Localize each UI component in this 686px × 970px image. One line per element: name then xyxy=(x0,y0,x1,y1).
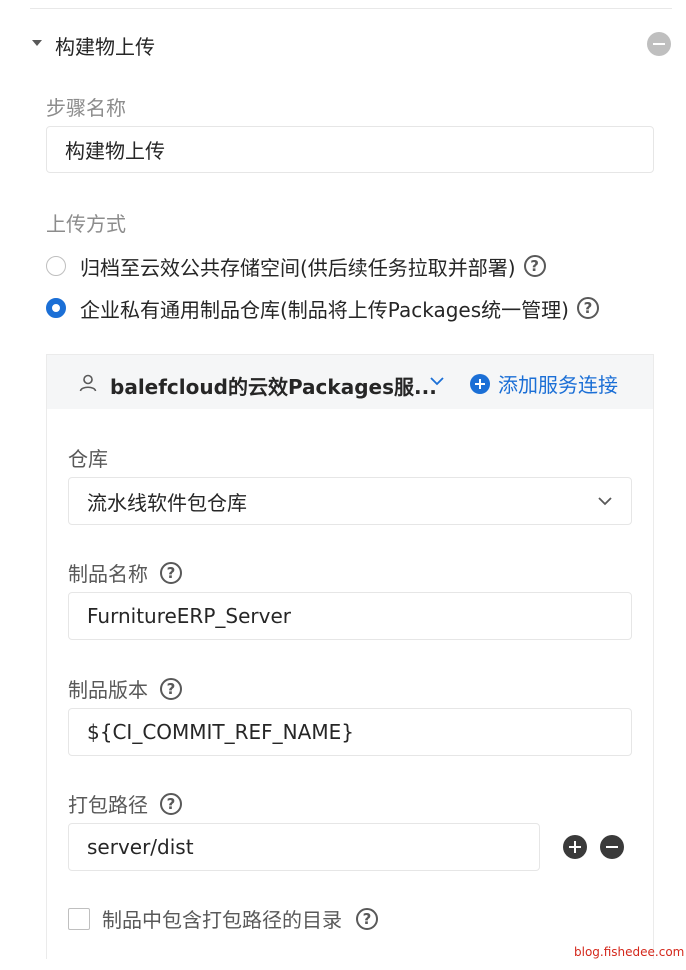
include-dir-checkbox-row[interactable]: 制品中包含打包路径的目录 ? xyxy=(68,904,378,933)
help-icon[interactable]: ? xyxy=(523,255,546,277)
radio-option-private-repo[interactable]: 企业私有通用制品仓库(制品将上传Packages统一管理) ? xyxy=(46,293,599,323)
user-icon xyxy=(79,374,97,392)
repo-value: 流水线软件包仓库 xyxy=(87,490,247,515)
upload-method-label: 上传方式 xyxy=(46,212,126,236)
repo-label: 仓库 xyxy=(68,447,108,471)
step-title: 构建物上传 xyxy=(55,35,155,59)
plus-circle-icon xyxy=(470,373,490,394)
help-icon[interactable]: ? xyxy=(160,792,182,815)
step-header[interactable]: 构建物上传 xyxy=(30,24,676,66)
package-path-label: 打包路径 xyxy=(68,793,148,817)
add-service-connection-label: 添加服务连接 xyxy=(498,373,618,397)
help-icon[interactable]: ? xyxy=(160,677,182,700)
artifact-version-value: ${CI_COMMIT_REF_NAME} xyxy=(87,720,354,744)
package-path-input[interactable]: server/dist xyxy=(68,823,540,871)
radio-unchecked-icon[interactable] xyxy=(46,256,66,276)
package-path-label-row: 打包路径 ? xyxy=(68,789,182,818)
service-connection-select[interactable]: balefcloud的云效Packages服... xyxy=(110,371,437,400)
chevron-down-icon xyxy=(598,497,612,506)
step-name-label: 步骤名称 xyxy=(46,96,126,120)
top-divider xyxy=(30,8,672,9)
radio-option-text: 归档至云效公共存储空间(供后续任务拉取并部署) xyxy=(80,255,516,280)
remove-step-icon[interactable] xyxy=(647,32,671,56)
artifact-name-input[interactable]: FurnitureERP_Server xyxy=(68,592,632,640)
help-icon[interactable]: ? xyxy=(576,297,599,319)
caret-down-icon[interactable] xyxy=(32,40,42,46)
radio-option-archive[interactable]: 归档至云效公共存储空间(供后续任务拉取并部署) ? xyxy=(46,251,546,281)
help-icon[interactable]: ? xyxy=(356,907,378,930)
artifact-version-label-row: 制品版本 ? xyxy=(68,674,182,703)
repo-select[interactable]: 流水线软件包仓库 xyxy=(68,477,632,525)
repo-label-row: 仓库 xyxy=(68,443,108,472)
radio-checked-icon[interactable] xyxy=(46,298,66,318)
watermark: blog.fishedee.com xyxy=(574,945,685,959)
artifact-name-label-row: 制品名称 ? xyxy=(68,558,182,587)
artifact-name-label: 制品名称 xyxy=(68,562,148,586)
add-path-icon[interactable] xyxy=(563,835,587,859)
artifact-name-value: FurnitureERP_Server xyxy=(87,604,291,628)
radio-option-text: 企业私有通用制品仓库(制品将上传Packages统一管理) xyxy=(80,297,569,322)
step-name-input[interactable]: 构建物上传 xyxy=(46,126,654,173)
service-connection-bar: balefcloud的云效Packages服... 添加服务连接 xyxy=(47,355,653,409)
package-path-value: server/dist xyxy=(87,835,194,859)
include-dir-label: 制品中包含打包路径的目录 xyxy=(102,908,342,932)
artifact-version-input[interactable]: ${CI_COMMIT_REF_NAME} xyxy=(68,708,632,756)
include-dir-checkbox[interactable] xyxy=(68,907,90,930)
remove-path-icon[interactable] xyxy=(600,835,624,859)
add-service-connection-button[interactable]: 添加服务连接 xyxy=(470,369,618,398)
artifact-version-label: 制品版本 xyxy=(68,678,148,702)
chevron-down-icon[interactable] xyxy=(429,375,445,387)
step-name-value: 构建物上传 xyxy=(65,139,165,163)
help-icon[interactable]: ? xyxy=(160,561,182,584)
